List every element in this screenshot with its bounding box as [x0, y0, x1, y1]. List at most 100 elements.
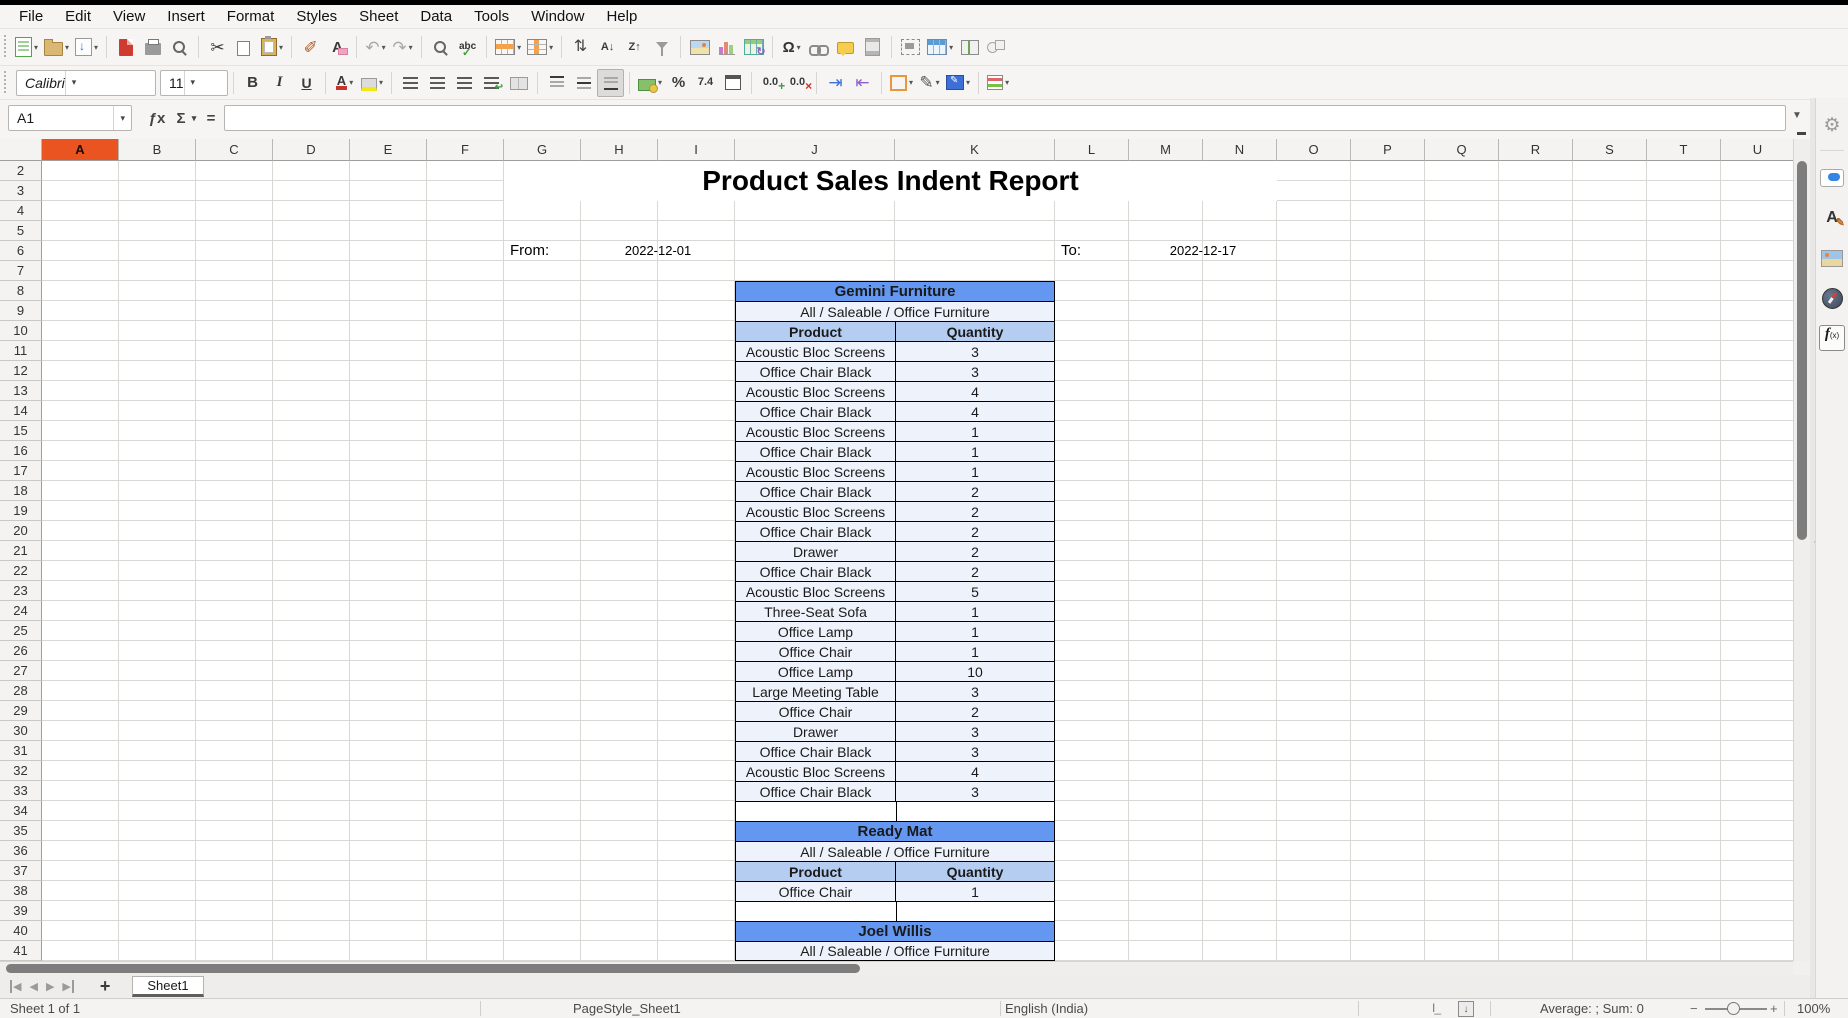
sort-descending-button[interactable]: Z↑	[621, 33, 648, 61]
quantity-cell[interactable]: 3	[896, 682, 1054, 701]
row-header-3[interactable]: 3	[0, 181, 42, 201]
selection-summary[interactable]: Average: ; Sum: 0	[1540, 1001, 1644, 1016]
quantity-cell[interactable]: 3	[896, 782, 1054, 801]
toolbar-drag-handle[interactable]	[3, 71, 8, 95]
horizontal-scrollbar-thumb[interactable]	[6, 964, 860, 973]
row-header-40[interactable]: 40	[0, 921, 42, 941]
row-header-13[interactable]: 13	[0, 381, 42, 401]
product-cell[interactable]: Acoustic Bloc Screens	[736, 462, 896, 481]
vertical-split-handle[interactable]	[1797, 132, 1806, 135]
column-header-T[interactable]: T	[1647, 139, 1721, 161]
special-character-button[interactable]: Ω▾	[778, 33, 805, 61]
quantity-cell[interactable]: 3	[896, 362, 1054, 381]
spelling-button[interactable]: abc	[454, 33, 481, 61]
insert-chart-button[interactable]	[713, 33, 740, 61]
row-header-23[interactable]: 23	[0, 581, 42, 601]
conditional-formatting-button[interactable]: ▾	[984, 69, 1012, 97]
sort-ascending-button[interactable]: A↓	[594, 33, 621, 61]
sidebar-settings[interactable]: ⚙	[1819, 112, 1845, 138]
row-header-32[interactable]: 32	[0, 761, 42, 781]
row-header-14[interactable]: 14	[0, 401, 42, 421]
font-color-button[interactable]: A▾	[331, 69, 358, 97]
row-header-36[interactable]: 36	[0, 841, 42, 861]
menu-window[interactable]: Window	[520, 8, 595, 25]
conditional-formatting-dropdown-arrow[interactable]: ▾	[1005, 78, 1009, 87]
sort-button[interactable]: ⇅	[567, 33, 594, 61]
sidebar-navigator[interactable]	[1819, 285, 1845, 311]
row-header-17[interactable]: 17	[0, 461, 42, 481]
save-button[interactable]: ▾	[72, 33, 101, 61]
page-style-info[interactable]: PageStyle_Sheet1	[573, 1001, 681, 1016]
insert-comment-button[interactable]	[832, 33, 859, 61]
cell-reference[interactable]: A1	[9, 110, 113, 126]
row-header-10[interactable]: 10	[0, 321, 42, 341]
row-header-37[interactable]: 37	[0, 861, 42, 881]
section-subtitle[interactable]: All / Saleable / Office Furniture	[735, 941, 1055, 961]
select-all-corner[interactable]	[0, 139, 42, 161]
column-header-B[interactable]: B	[119, 139, 196, 161]
row-header-18[interactable]: 18	[0, 481, 42, 501]
row-header-7[interactable]: 7	[0, 261, 42, 281]
merge-cells-button[interactable]	[505, 69, 532, 97]
align-bottom-button[interactable]	[597, 69, 624, 97]
border-color-button[interactable]: ▾	[943, 69, 973, 97]
column-header-quantity[interactable]: Quantity	[896, 322, 1054, 341]
delete-decimal-button[interactable]: 0.0	[784, 69, 811, 97]
menu-insert[interactable]: Insert	[156, 8, 216, 25]
first-sheet-button[interactable]: ◀	[10, 980, 21, 993]
split-window-button[interactable]	[956, 33, 983, 61]
open-dropdown-arrow[interactable]: ▾	[65, 43, 69, 52]
column-header-quantity[interactable]: Quantity	[896, 862, 1054, 881]
quantity-cell[interactable]: 2	[896, 522, 1054, 541]
clone-formatting-button[interactable]: ✐	[297, 33, 324, 61]
save-dropdown-arrow[interactable]: ▾	[94, 43, 98, 52]
row-header-2[interactable]: 2	[0, 161, 42, 181]
row-header-6[interactable]: 6	[0, 241, 42, 261]
product-cell[interactable]: Acoustic Bloc Screens	[736, 762, 896, 781]
headers-footers-button[interactable]	[859, 33, 886, 61]
add-sheet-button[interactable]: +	[100, 976, 111, 997]
quantity-cell[interactable]: 5	[896, 582, 1054, 601]
product-cell[interactable]: Acoustic Bloc Screens	[736, 502, 896, 521]
product-cell[interactable]: Office Chair Black	[736, 482, 896, 501]
menu-file[interactable]: File	[8, 8, 54, 25]
product-cell[interactable]: Large Meeting Table	[736, 682, 896, 701]
column-header-E[interactable]: E	[350, 139, 427, 161]
quantity-cell[interactable]: 1	[896, 462, 1054, 481]
menu-sheet[interactable]: Sheet	[348, 8, 409, 25]
freeze-panes-button[interactable]: ▾	[924, 33, 956, 61]
product-cell[interactable]: Office Chair	[736, 882, 896, 901]
formula-button[interactable]: =	[200, 105, 222, 131]
zoom-slider-thumb[interactable]	[1727, 1002, 1740, 1015]
section-header[interactable]: Gemini Furniture	[735, 281, 1055, 301]
column-header-C[interactable]: C	[196, 139, 273, 161]
sidebar-properties[interactable]	[1819, 165, 1845, 191]
section-subtitle[interactable]: All / Saleable / Office Furniture	[735, 841, 1055, 861]
product-cell[interactable]: Office Chair Black	[736, 742, 896, 761]
last-sheet-button[interactable]: ▶	[62, 980, 73, 993]
formula-input[interactable]	[224, 105, 1786, 131]
print-area-button[interactable]	[897, 33, 924, 61]
quantity-cell[interactable]: 1	[896, 602, 1054, 621]
sidebar-styles[interactable]: A	[1819, 205, 1845, 231]
product-cell[interactable]: Office Lamp	[736, 662, 896, 681]
new-document-button[interactable]: ▾	[12, 33, 41, 61]
autofilter-button[interactable]	[648, 33, 675, 61]
section-header[interactable]: Joel Willis	[735, 921, 1055, 941]
column-header-G[interactable]: G	[504, 139, 581, 161]
quantity-cell[interactable]: 2	[896, 502, 1054, 521]
function-wizard-button[interactable]: ƒx	[146, 105, 168, 131]
italic-button[interactable]: I	[266, 69, 293, 97]
product-cell[interactable]: Drawer	[736, 542, 896, 561]
column-header-K[interactable]: K	[895, 139, 1055, 161]
show-draw-functions-button[interactable]	[983, 33, 1010, 61]
column-header-O[interactable]: O	[1277, 139, 1351, 161]
quantity-cell[interactable]: 2	[896, 562, 1054, 581]
product-cell[interactable]: Office Chair Black	[736, 362, 896, 381]
redo-dropdown-arrow[interactable]: ▾	[409, 43, 413, 52]
clear-formatting-button[interactable]: A	[324, 33, 351, 61]
quantity-cell[interactable]: 3	[896, 742, 1054, 761]
pivot-table-button[interactable]	[740, 33, 767, 61]
new-document-dropdown-arrow[interactable]: ▾	[34, 43, 38, 52]
column-header-D[interactable]: D	[273, 139, 350, 161]
